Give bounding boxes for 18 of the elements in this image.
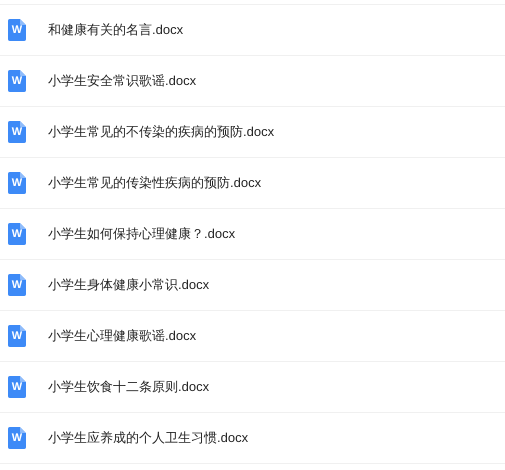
file-name[interactable]: 小学生饮食十二条原则.docx — [48, 378, 210, 396]
word-document-icon: W — [8, 376, 26, 398]
file-name[interactable]: 小学生如何保持心理健康？.docx — [48, 225, 236, 243]
file-name[interactable]: 小学生心理健康歌谣.docx — [48, 327, 196, 345]
word-document-icon: W — [8, 223, 26, 245]
file-name[interactable]: 和健康有关的名言.docx — [48, 21, 184, 39]
file-name[interactable]: 小学生身体健康小常识.docx — [48, 276, 210, 294]
file-name[interactable]: 小学生常见的不传染的疾病的预防.docx — [48, 123, 274, 141]
word-document-icon: W — [8, 274, 26, 296]
file-name[interactable]: 小学生应养成的个人卫生习惯.docx — [48, 429, 248, 447]
word-document-icon: W — [8, 121, 26, 143]
word-document-icon: W — [8, 325, 26, 347]
file-name[interactable]: 小学生常见的传染性疾病的预防.docx — [48, 174, 262, 192]
word-document-icon: W — [8, 427, 26, 449]
word-document-icon: W — [8, 172, 26, 194]
file-name[interactable]: 小学生安全常识歌谣.docx — [48, 72, 196, 90]
word-document-icon: W — [8, 19, 26, 41]
word-document-icon: W — [8, 70, 26, 92]
